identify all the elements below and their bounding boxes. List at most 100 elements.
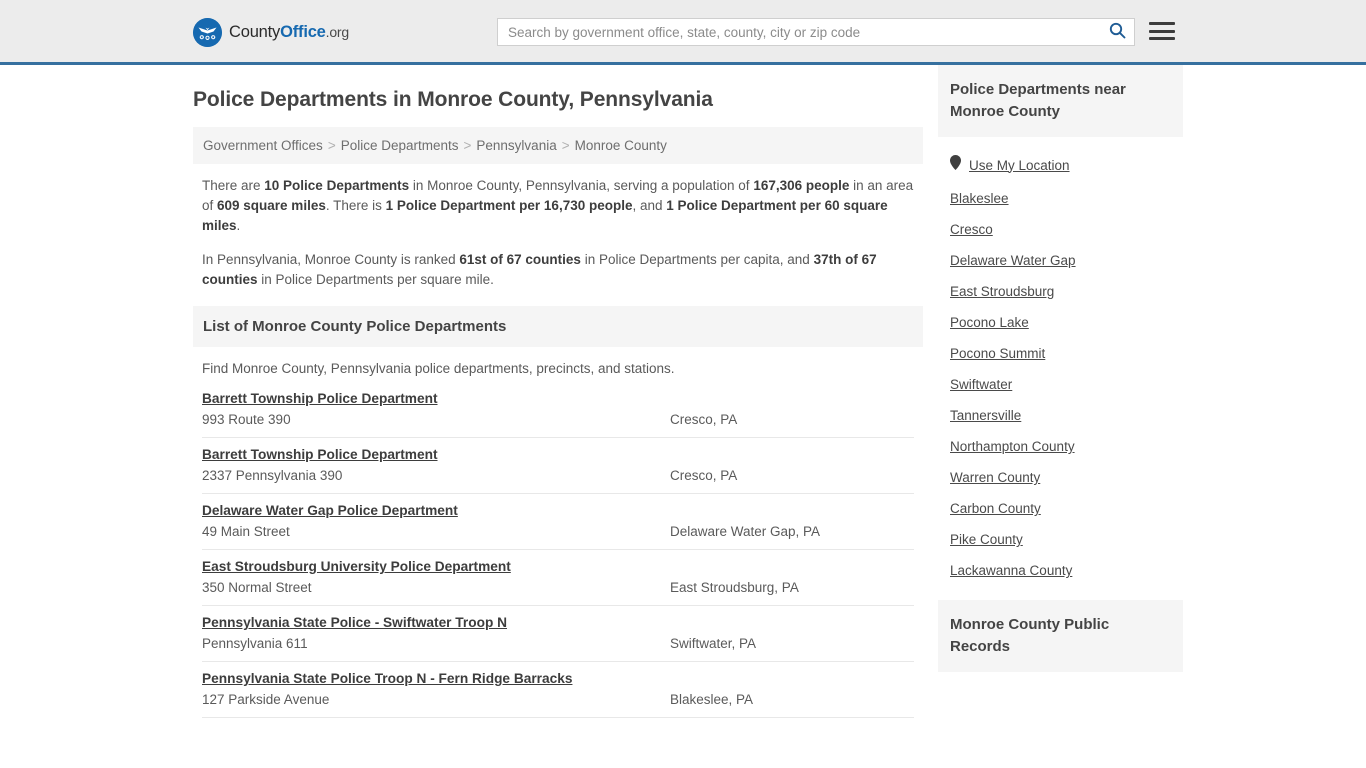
map-pin-icon — [950, 155, 961, 175]
listing-detail: 350 Normal Street East Stroudsburg, PA — [202, 580, 914, 595]
sidebar-item-warren-county[interactable]: Warren County — [938, 462, 1183, 493]
sidebar-item-carbon-county[interactable]: Carbon County — [938, 493, 1183, 524]
table-row: Barrett Township Police Department 993 Ro… — [202, 382, 914, 438]
hamburger-bar — [1149, 37, 1175, 40]
search-button[interactable] — [1100, 19, 1134, 45]
sidebar-link-label[interactable]: Blakeslee — [950, 191, 1009, 206]
sidebar-nearby-links: Use My Location Blakeslee Cresco Delaware … — [938, 137, 1183, 586]
listing-name-link[interactable]: Pennsylvania State Police Troop N - Fern… — [202, 671, 572, 686]
listing-detail: 2337 Pennsylvania 390 Cresco, PA — [202, 468, 914, 483]
main-column: Police Departments in Monroe County, Pen… — [193, 65, 923, 718]
sidebar-item-delaware-water-gap[interactable]: Delaware Water Gap — [938, 245, 1183, 276]
listing-city-state: Blakeslee, PA — [670, 692, 754, 707]
sidebar-link-label[interactable]: Pike County — [950, 532, 1023, 547]
summary-paragraph-counts: There are 10 Police Departments in Monro… — [193, 176, 923, 236]
breadcrumb-separator: > — [561, 138, 570, 153]
listing-address: 993 Route 390 — [202, 412, 291, 427]
listing-detail: 993 Route 390 Cresco, PA — [202, 412, 914, 427]
sidebar-link-label[interactable]: Pocono Lake — [950, 315, 1029, 330]
sidebar-link-label[interactable]: East Stroudsburg — [950, 284, 1054, 299]
page-body: Police Departments in Monroe County, Pen… — [0, 65, 1366, 718]
breadcrumb-item-police-departments[interactable]: Police Departments — [341, 138, 459, 153]
sidebar-public-records-heading: Monroe County Public Records — [938, 600, 1183, 672]
breadcrumb-item-monroe-county[interactable]: Monroe County — [575, 138, 667, 153]
text-fragment: In Pennsylvania, Monroe County is ranked — [202, 252, 460, 267]
listing-address: 49 Main Street — [202, 524, 290, 539]
listing-name-link[interactable]: Delaware Water Gap Police Department — [202, 503, 458, 518]
sidebar-link-label[interactable]: Carbon County — [950, 501, 1041, 516]
text-fragment: in Monroe County, Pennsylvania, serving … — [409, 178, 754, 193]
sidebar-link-label[interactable]: Cresco — [950, 222, 993, 237]
sidebar-item-pocono-lake[interactable]: Pocono Lake — [938, 307, 1183, 338]
listing-name-link[interactable]: Barrett Township Police Department — [202, 447, 438, 462]
logo-text-office: Office — [280, 23, 326, 41]
text-fragment: in Police Departments per square mile. — [257, 272, 494, 287]
sidebar-link-label[interactable]: Swiftwater — [950, 377, 1012, 392]
hamburger-menu-icon[interactable] — [1149, 20, 1175, 42]
listing-address: Pennsylvania 611 — [202, 636, 308, 651]
listing-address: 127 Parkside Avenue — [202, 692, 330, 707]
listing-city-state: Delaware Water Gap, PA — [670, 524, 821, 539]
table-row: Pennsylvania State Police - Swiftwater T… — [202, 606, 914, 662]
sidebar-item-east-stroudsburg[interactable]: East Stroudsburg — [938, 276, 1183, 307]
sidebar-link-label[interactable]: Pocono Summit — [950, 346, 1045, 361]
listing-detail: 49 Main Street Delaware Water Gap, PA — [202, 524, 914, 539]
search-input[interactable] — [498, 19, 1100, 45]
sidebar-link-label[interactable]: Northampton County — [950, 439, 1075, 454]
listing-city-state: Swiftwater, PA — [670, 636, 757, 651]
sidebar-item-use-my-location[interactable]: Use My Location — [938, 147, 1183, 183]
hamburger-bar — [1149, 22, 1175, 25]
site-logo-text: CountyOffice.org — [229, 23, 349, 42]
page-title: Police Departments in Monroe County, Pen… — [193, 88, 713, 111]
sidebar-link-label[interactable]: Tannersville — [950, 408, 1021, 423]
listing-section-subtext: Find Monroe County, Pennsylvania police … — [202, 361, 675, 376]
listing-name-link[interactable]: Pennsylvania State Police - Swiftwater T… — [202, 615, 507, 630]
sidebar-item-pike-county[interactable]: Pike County — [938, 524, 1183, 555]
listing-name-link[interactable]: Barrett Township Police Department — [202, 391, 438, 406]
sidebar-item-cresco[interactable]: Cresco — [938, 214, 1183, 245]
listing-city-state: East Stroudsburg, PA — [670, 580, 799, 595]
table-row: East Stroudsburg University Police Depar… — [202, 550, 914, 606]
text-fragment: in Police Departments per capita, and — [580, 252, 814, 267]
logo-text-county: County — [229, 23, 281, 41]
listing-city-state: Cresco, PA — [670, 468, 738, 483]
search-bar[interactable] — [497, 18, 1135, 46]
stat-area: 609 square miles — [217, 198, 326, 213]
sidebar-item-blakeslee[interactable]: Blakeslee — [938, 183, 1183, 214]
stat-department-count: 10 Police Departments — [264, 178, 410, 193]
sidebar: Police Departments near Monroe County Us… — [938, 65, 1183, 672]
sidebar-item-pocono-summit[interactable]: Pocono Summit — [938, 338, 1183, 369]
listing-section-heading: List of Monroe County Police Departments — [193, 306, 923, 347]
sidebar-link-label[interactable]: Lackawanna County — [950, 563, 1072, 578]
listing-name-link[interactable]: East Stroudsburg University Police Depar… — [202, 559, 511, 574]
listing-city-state: Cresco, PA — [670, 412, 738, 427]
site-logo[interactable]: CountyOffice.org — [193, 18, 349, 47]
logo-text-org: .org — [325, 24, 350, 40]
text-fragment: . — [236, 218, 241, 233]
sidebar-nearby-heading: Police Departments near Monroe County — [938, 65, 1183, 137]
stat-per-people: 1 Police Department per 16,730 people — [385, 198, 633, 213]
hamburger-bar — [1149, 29, 1175, 33]
breadcrumb-separator: > — [327, 138, 336, 153]
breadcrumb-item-government-offices[interactable]: Government Offices — [203, 138, 323, 153]
sidebar-item-tannersville[interactable]: Tannersville — [938, 400, 1183, 431]
sidebar-item-lackawanna-county[interactable]: Lackawanna County — [938, 555, 1183, 586]
listing-address: 2337 Pennsylvania 390 — [202, 468, 343, 483]
table-row: Pennsylvania State Police Troop N - Fern… — [202, 662, 914, 718]
sidebar-item-northampton-county[interactable]: Northampton County — [938, 431, 1183, 462]
listing-address: 350 Normal Street — [202, 580, 312, 595]
sidebar-link-label[interactable]: Delaware Water Gap — [950, 253, 1076, 268]
sidebar-link-label[interactable]: Use My Location — [969, 158, 1070, 173]
text-fragment: , and — [632, 198, 667, 213]
breadcrumb-item-pennsylvania[interactable]: Pennsylvania — [476, 138, 556, 153]
stat-population: 167,306 people — [753, 178, 850, 193]
stat-rank-per-capita: 61st of 67 counties — [459, 252, 581, 267]
site-header: CountyOffice.org — [0, 0, 1366, 65]
listing-detail: Pennsylvania 611 Swiftwater, PA — [202, 636, 914, 651]
sidebar-item-swiftwater[interactable]: Swiftwater — [938, 369, 1183, 400]
breadcrumb: Government Offices > Police Departments > Pe… — [193, 127, 923, 164]
sidebar-link-label[interactable]: Warren County — [950, 470, 1040, 485]
eagle-shield-logo-icon — [193, 18, 222, 47]
summary-paragraph-ranking: In Pennsylvania, Monroe County is ranked… — [193, 250, 923, 290]
breadcrumb-separator: > — [463, 138, 472, 153]
